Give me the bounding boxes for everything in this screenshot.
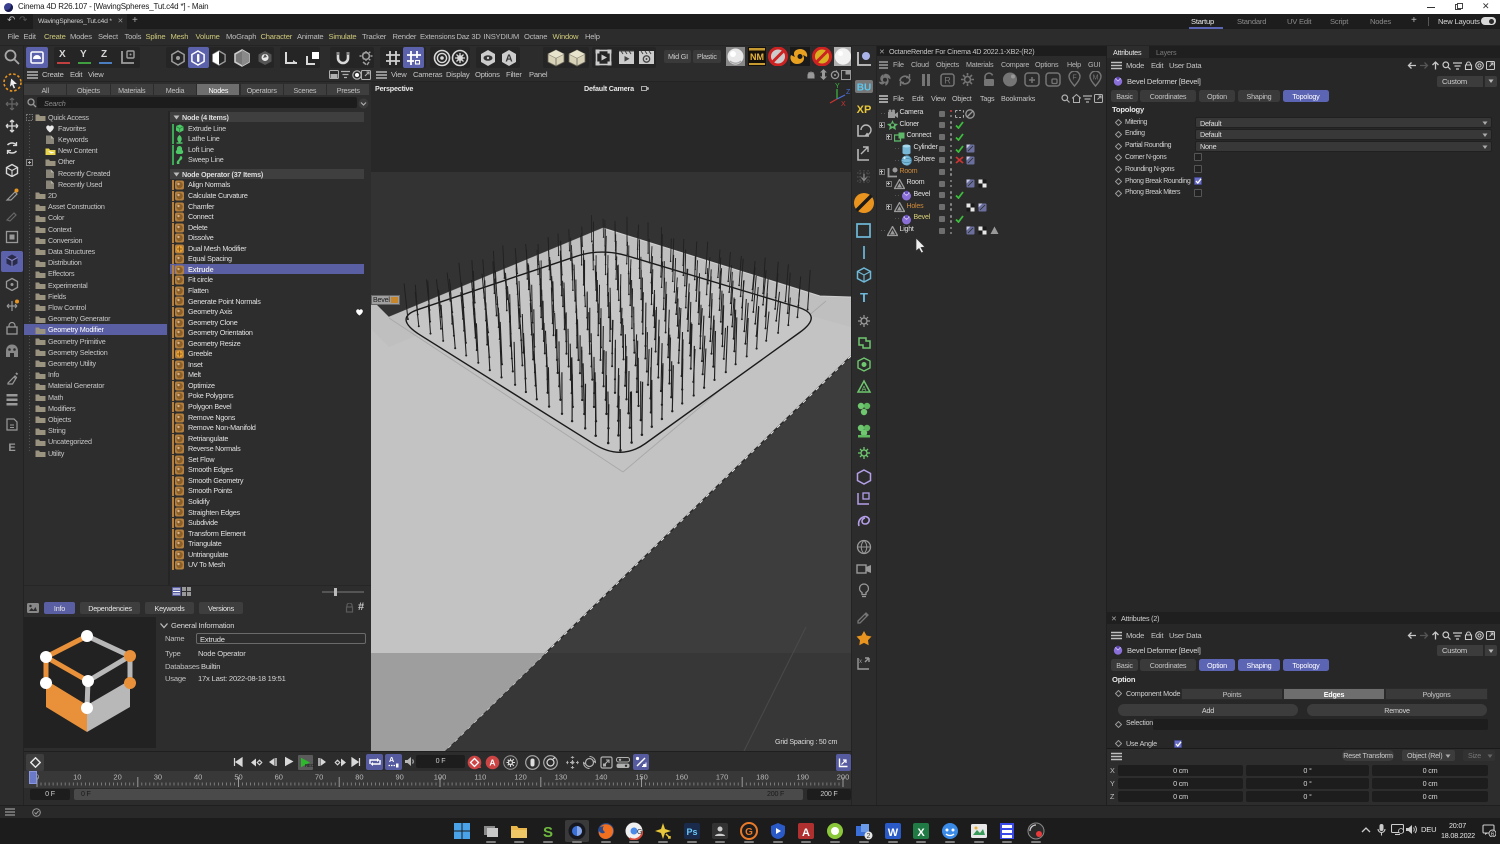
svg-text:80: 80: [355, 773, 363, 782]
svg-text:BU: BU: [857, 83, 871, 94]
svg-text:60: 60: [275, 773, 283, 782]
svg-text:A: A: [862, 386, 867, 393]
svg-text:A: A: [802, 827, 810, 839]
svg-text:M: M: [1093, 75, 1099, 82]
svg-text:x: x: [859, 659, 862, 665]
svg-text:R: R: [944, 76, 951, 86]
svg-text:G: G: [745, 827, 753, 838]
svg-text:A: A: [505, 54, 512, 65]
svg-text:130: 130: [555, 773, 568, 782]
svg-text:2: 2: [866, 833, 870, 840]
svg-text:20: 20: [113, 773, 121, 782]
svg-text:170: 170: [716, 773, 729, 782]
svg-text:70: 70: [315, 773, 323, 782]
svg-text:T: T: [860, 290, 868, 305]
svg-text:190: 190: [796, 773, 809, 782]
svg-text:50: 50: [234, 773, 242, 782]
svg-text:X: X: [841, 101, 846, 108]
svg-text:40: 40: [194, 773, 202, 782]
svg-text:NM: NM: [750, 52, 764, 62]
svg-text:140: 140: [595, 773, 608, 782]
svg-text:90: 90: [396, 773, 404, 782]
svg-text:Y: Y: [835, 83, 840, 90]
svg-text:110: 110: [474, 773, 486, 782]
svg-text:30: 30: [154, 773, 162, 782]
svg-text:Ps: Ps: [686, 827, 697, 837]
svg-text:X: X: [918, 827, 926, 839]
svg-text:200: 200: [837, 773, 850, 782]
svg-text:XP: XP: [857, 104, 872, 116]
svg-text:A: A: [489, 758, 495, 768]
svg-text:10: 10: [73, 773, 81, 782]
svg-text:W: W: [887, 827, 898, 839]
svg-text:Z: Z: [846, 89, 850, 96]
svg-text:F: F: [1072, 75, 1076, 82]
svg-text:180: 180: [756, 773, 769, 782]
svg-text:E: E: [8, 442, 15, 454]
svg-text:100: 100: [434, 773, 447, 782]
svg-text:150: 150: [635, 773, 648, 782]
svg-text:120: 120: [514, 773, 527, 782]
svg-text:G: G: [637, 829, 642, 836]
svg-text:160: 160: [676, 773, 689, 782]
svg-text:S: S: [543, 824, 553, 840]
